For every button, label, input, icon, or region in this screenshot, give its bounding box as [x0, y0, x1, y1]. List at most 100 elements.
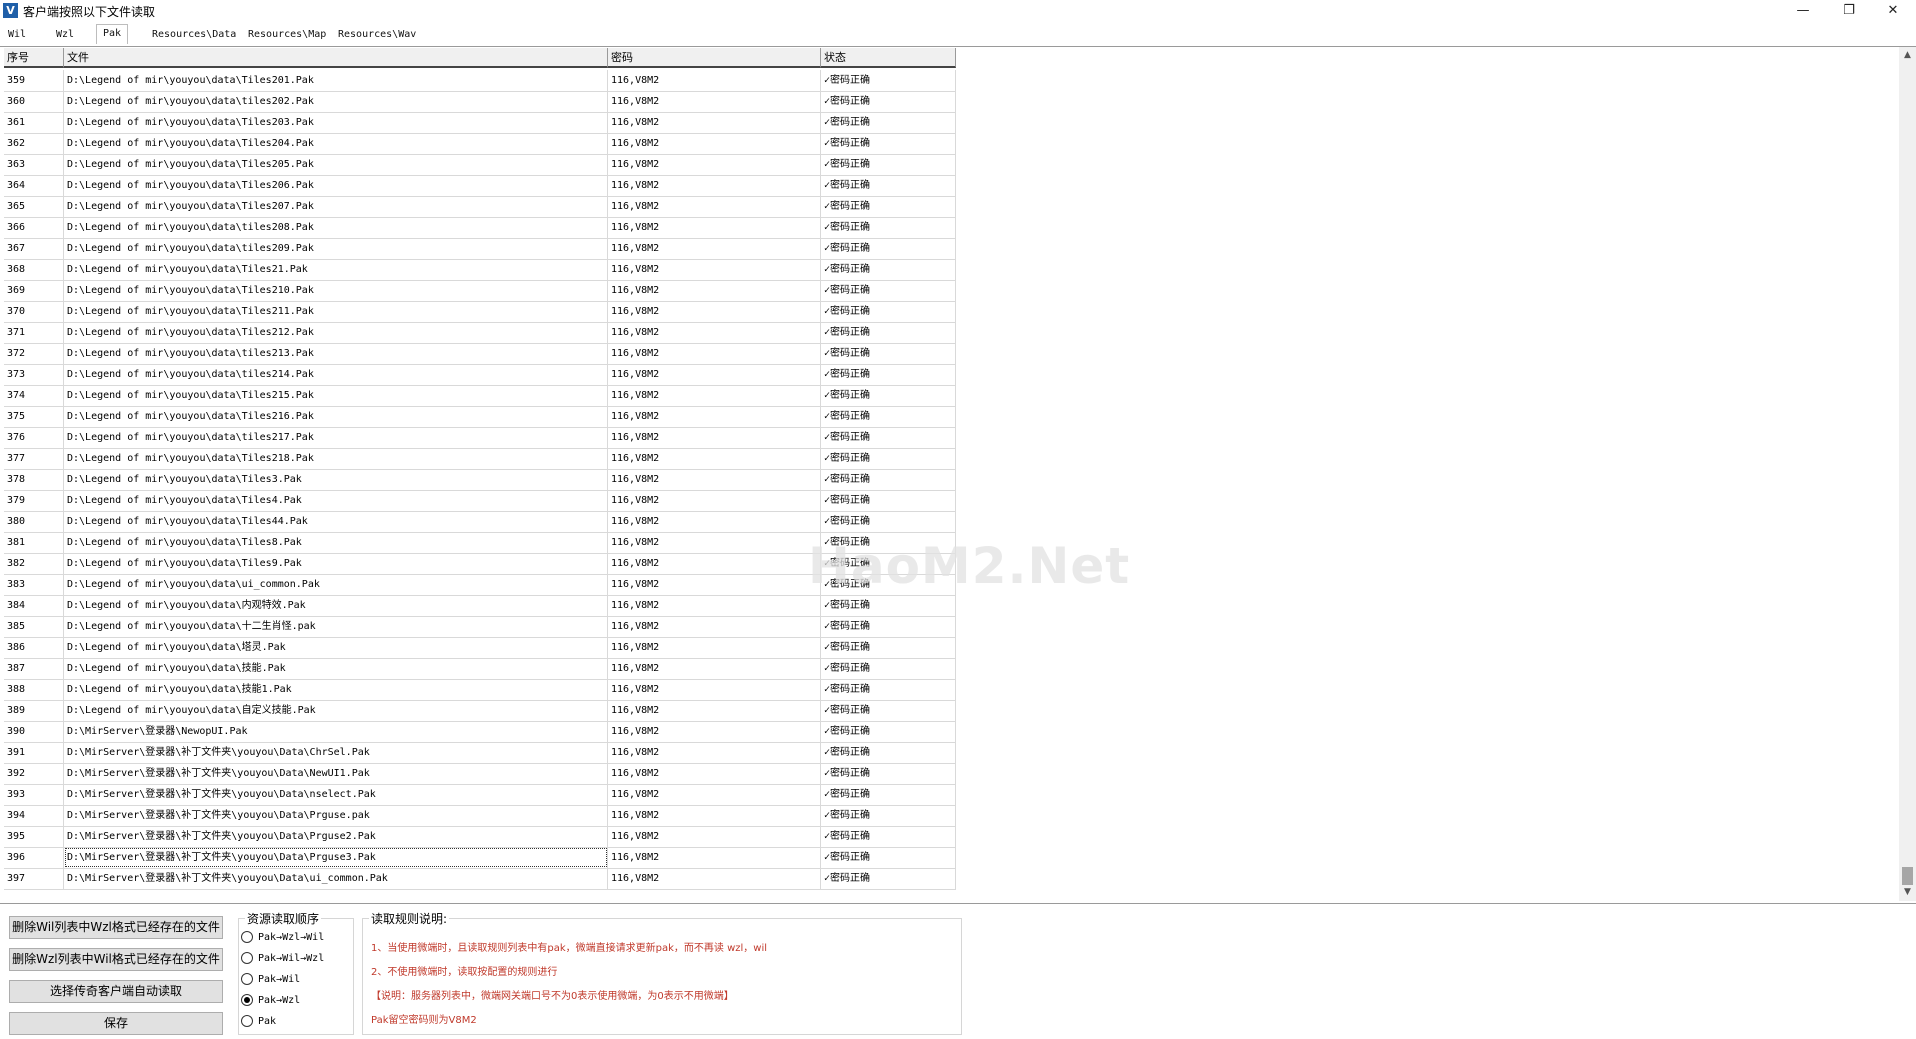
cell-index[interactable]: 385	[4, 616, 64, 637]
cell-status[interactable]: ✓密码正确	[821, 700, 956, 721]
radio-button-checked-icon[interactable]	[241, 994, 253, 1006]
cell-password[interactable]: 116,V8M2	[608, 595, 821, 616]
cell-file-path[interactable]: D:\Legend of mir\youyou\data\Tiles216.Pa…	[64, 406, 608, 427]
cell-file-path[interactable]: D:\Legend of mir\youyou\data\自定义技能.Pak	[64, 700, 608, 721]
cell-password[interactable]: 116,V8M2	[608, 658, 821, 679]
cell-password[interactable]: 116,V8M2	[608, 742, 821, 763]
close-button[interactable]: ✕	[1870, 0, 1916, 22]
table-row[interactable]: 383 D:\Legend of mir\youyou\data\ui_commo…	[4, 574, 956, 596]
cell-status[interactable]: ✓密码正确	[821, 133, 956, 154]
cell-password[interactable]: 116,V8M2	[608, 322, 821, 343]
cell-file-path[interactable]: D:\Legend of mir\youyou\data\塔灵.Pak	[64, 637, 608, 658]
cell-file-path[interactable]: D:\Legend of mir\youyou\data\ui_common.P…	[64, 574, 608, 595]
cell-index[interactable]: 388	[4, 679, 64, 700]
cell-index[interactable]: 382	[4, 553, 64, 574]
cell-status[interactable]: ✓密码正确	[821, 637, 956, 658]
cell-index[interactable]: 386	[4, 637, 64, 658]
cell-password[interactable]: 116,V8M2	[608, 343, 821, 364]
cell-file-path[interactable]: D:\Legend of mir\youyou\data\Tiles203.Pa…	[64, 112, 608, 133]
cell-status[interactable]: ✓密码正确	[821, 343, 956, 364]
table-row[interactable]: 393 D:\MirServer\登录器\补丁文件夹\youyou\Data\ns…	[4, 784, 956, 806]
cell-status[interactable]: ✓密码正确	[821, 679, 956, 700]
tab-resources-data[interactable]: Resources\Data	[146, 26, 242, 43]
cell-status[interactable]: ✓密码正确	[821, 364, 956, 385]
cell-status[interactable]: ✓密码正确	[821, 847, 956, 868]
cell-index[interactable]: 380	[4, 511, 64, 532]
cell-file-path[interactable]: D:\Legend of mir\youyou\data\Tiles204.Pa…	[64, 133, 608, 154]
table-row[interactable]: 394 D:\MirServer\登录器\补丁文件夹\youyou\Data\Pr…	[4, 805, 956, 827]
scroll-down-arrow-icon[interactable]: ▼	[1899, 884, 1916, 901]
table-row[interactable]: 382 D:\Legend of mir\youyou\data\Tiles9.P…	[4, 553, 956, 575]
cell-password[interactable]: 116,V8M2	[608, 721, 821, 742]
cell-password[interactable]: 116,V8M2	[608, 448, 821, 469]
cell-password[interactable]: 116,V8M2	[608, 196, 821, 217]
cell-status[interactable]: ✓密码正确	[821, 280, 956, 301]
cell-file-path[interactable]: D:\Legend of mir\youyou\data\Tiles205.Pa…	[64, 154, 608, 175]
cell-file-path[interactable]: D:\Legend of mir\youyou\data\Tiles4.Pak	[64, 490, 608, 511]
table-row[interactable]: 365 D:\Legend of mir\youyou\data\Tiles207…	[4, 196, 956, 218]
cell-file-path[interactable]: D:\Legend of mir\youyou\data\Tiles206.Pa…	[64, 175, 608, 196]
cell-password[interactable]: 116,V8M2	[608, 616, 821, 637]
cell-file-path[interactable]: D:\Legend of mir\youyou\data\Tiles201.Pa…	[64, 70, 608, 91]
cell-index[interactable]: 378	[4, 469, 64, 490]
cell-file-path[interactable]: D:\Legend of mir\youyou\data\Tiles8.Pak	[64, 532, 608, 553]
cell-status[interactable]: ✓密码正确	[821, 448, 956, 469]
column-header-file[interactable]: 文件	[64, 48, 608, 68]
table-row[interactable]: 366 D:\Legend of mir\youyou\data\tiles208…	[4, 217, 956, 239]
table-row[interactable]: 372 D:\Legend of mir\youyou\data\tiles213…	[4, 343, 956, 365]
cell-status[interactable]: ✓密码正确	[821, 826, 956, 847]
restore-button[interactable]: ❐	[1826, 0, 1872, 22]
table-row[interactable]: 392 D:\MirServer\登录器\补丁文件夹\youyou\Data\Ne…	[4, 763, 956, 785]
table-row[interactable]: 386 D:\Legend of mir\youyou\data\塔灵.Pak 11…	[4, 637, 956, 659]
cell-file-path[interactable]: D:\MirServer\登录器\补丁文件夹\youyou\Data\ChrSe…	[64, 742, 608, 763]
cell-password[interactable]: 116,V8M2	[608, 763, 821, 784]
cell-status[interactable]: ✓密码正确	[821, 574, 956, 595]
cell-password[interactable]: 116,V8M2	[608, 868, 821, 889]
cell-index[interactable]: 371	[4, 322, 64, 343]
tab-resources-map[interactable]: Resources\Map	[242, 26, 332, 43]
cell-file-path[interactable]: D:\Legend of mir\youyou\data\tiles217.Pa…	[64, 427, 608, 448]
cell-status[interactable]: ✓密码正确	[821, 385, 956, 406]
table-row[interactable]: 385 D:\Legend of mir\youyou\data\十二生肖怪.pa…	[4, 616, 956, 638]
cell-file-path[interactable]: D:\Legend of mir\youyou\data\Tiles207.Pa…	[64, 196, 608, 217]
table-row[interactable]: 368 D:\Legend of mir\youyou\data\Tiles21.…	[4, 259, 956, 281]
cell-index[interactable]: 387	[4, 658, 64, 679]
table-row[interactable]: 375 D:\Legend of mir\youyou\data\Tiles216…	[4, 406, 956, 428]
cell-status[interactable]: ✓密码正确	[821, 217, 956, 238]
table-row[interactable]: 363 D:\Legend of mir\youyou\data\Tiles205…	[4, 154, 956, 176]
cell-index[interactable]: 360	[4, 91, 64, 112]
cell-password[interactable]: 116,V8M2	[608, 280, 821, 301]
cell-index[interactable]: 381	[4, 532, 64, 553]
cell-password[interactable]: 116,V8M2	[608, 385, 821, 406]
cell-file-path[interactable]: D:\Legend of mir\youyou\data\Tiles21.Pak	[64, 259, 608, 280]
cell-index[interactable]: 396	[4, 847, 64, 868]
cell-status[interactable]: ✓密码正确	[821, 595, 956, 616]
auto-read-client-button[interactable]: 选择传奇客户端自动读取	[9, 980, 223, 1003]
cell-password[interactable]: 116,V8M2	[608, 301, 821, 322]
cell-index[interactable]: 390	[4, 721, 64, 742]
cell-password[interactable]: 116,V8M2	[608, 112, 821, 133]
cell-index[interactable]: 397	[4, 868, 64, 889]
delete-wil-duplicates-button[interactable]: 删除Wil列表中Wzl格式已经存在的文件	[9, 916, 223, 939]
tab-pak[interactable]: Pak	[96, 24, 129, 44]
cell-file-path[interactable]: D:\MirServer\登录器\补丁文件夹\youyou\Data\Prgus…	[64, 847, 608, 868]
cell-index[interactable]: 383	[4, 574, 64, 595]
cell-status[interactable]: ✓密码正确	[821, 196, 956, 217]
column-header-password[interactable]: 密码	[608, 48, 821, 68]
cell-file-path[interactable]: D:\MirServer\登录器\补丁文件夹\youyou\Data\nsele…	[64, 784, 608, 805]
column-header-index[interactable]: 序号	[4, 48, 64, 68]
table-row[interactable]: 390 D:\MirServer\登录器\NewopUI.Pak 116,V8M2 ✓…	[4, 721, 956, 743]
cell-status[interactable]: ✓密码正确	[821, 469, 956, 490]
cell-status[interactable]: ✓密码正确	[821, 805, 956, 826]
cell-password[interactable]: 116,V8M2	[608, 175, 821, 196]
table-row[interactable]: 389 D:\Legend of mir\youyou\data\自定义技能.Pa…	[4, 700, 956, 722]
cell-password[interactable]: 116,V8M2	[608, 427, 821, 448]
radio-button-icon[interactable]	[241, 931, 253, 943]
cell-status[interactable]: ✓密码正确	[821, 301, 956, 322]
cell-file-path[interactable]: D:\MirServer\登录器\NewopUI.Pak	[64, 721, 608, 742]
cell-password[interactable]: 116,V8M2	[608, 784, 821, 805]
cell-status[interactable]: ✓密码正确	[821, 490, 956, 511]
cell-password[interactable]: 116,V8M2	[608, 847, 821, 868]
cell-password[interactable]: 116,V8M2	[608, 217, 821, 238]
cell-status[interactable]: ✓密码正确	[821, 868, 956, 889]
